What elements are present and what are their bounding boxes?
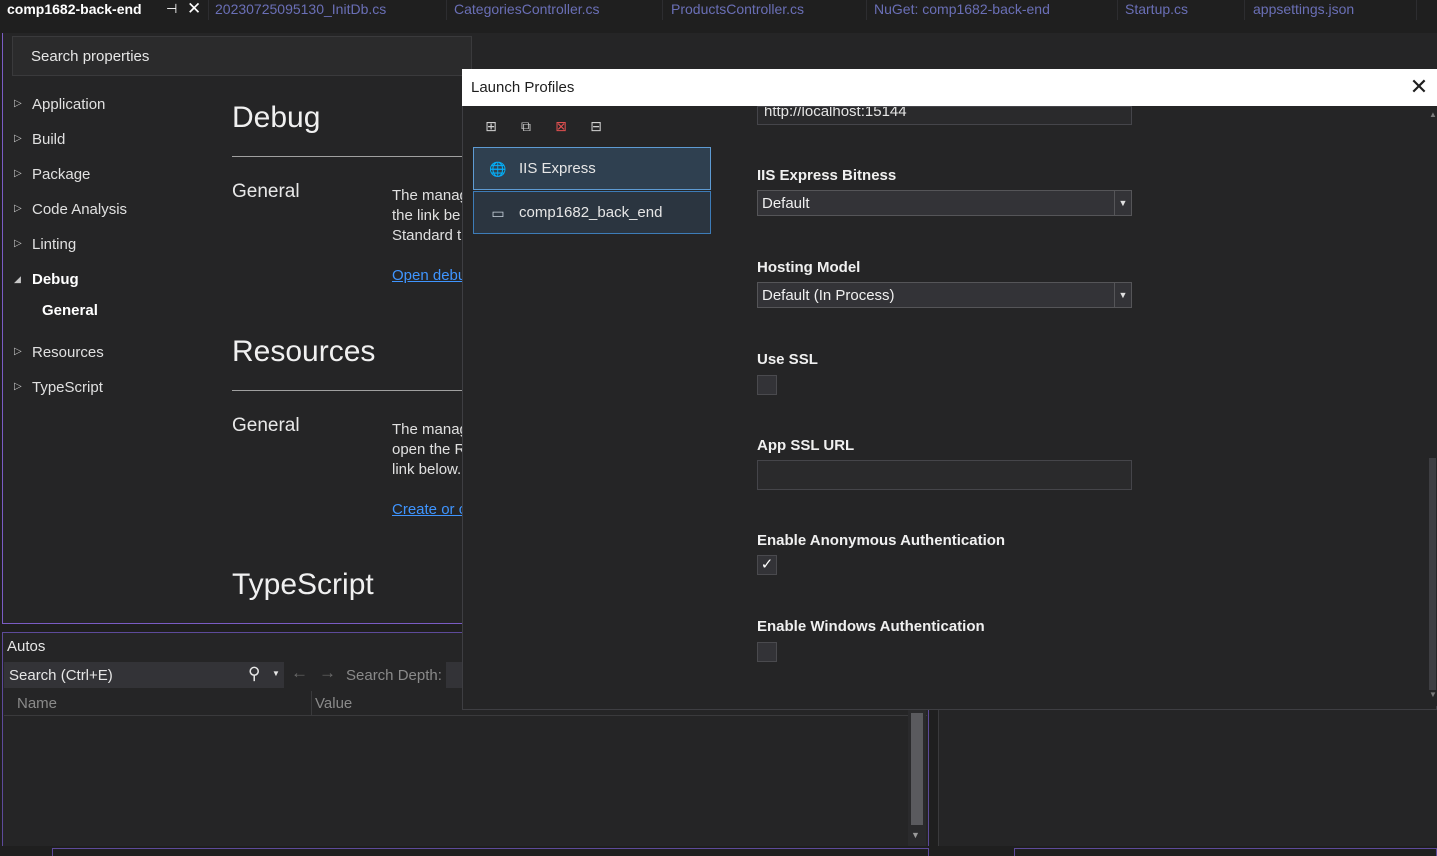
search-icon[interactable]: ⚲ bbox=[248, 664, 260, 684]
windows-auth-label: Enable Windows Authentication bbox=[757, 618, 985, 635]
anonymous-auth-label: Enable Anonymous Authentication bbox=[757, 532, 1006, 549]
anonymous-auth-checkbox[interactable]: ✓ bbox=[757, 555, 777, 575]
copy-profile-icon[interactable]: ⧉ bbox=[516, 116, 536, 136]
autos-scrollbar[interactable]: ▼ bbox=[908, 710, 926, 846]
chevron-down-icon[interactable]: ▼ bbox=[1114, 283, 1131, 307]
new-profile-icon[interactable]: ⊞ bbox=[481, 116, 501, 136]
autos-search-input[interactable]: Search (Ctrl+E) ⚲ ▼ bbox=[4, 662, 284, 688]
profile-comp1682-back-end[interactable]: ▭ comp1682_back_end bbox=[473, 191, 711, 234]
windows-auth-checkbox[interactable] bbox=[757, 642, 777, 662]
open-debug-profiles-link[interactable]: Open debu bbox=[392, 267, 462, 284]
subsection-general: General bbox=[232, 415, 300, 436]
nav-item-resources[interactable]: Resources bbox=[32, 344, 104, 361]
document-tab-strip: comp1682-back-end ⊣ ✕ 20230725095130_Ini… bbox=[0, 0, 1437, 20]
nav-item-linting[interactable]: Linting bbox=[32, 236, 76, 253]
expand-icon[interactable]: ▷ bbox=[14, 202, 24, 216]
tab-initdb[interactable]: 20230725095130_InitDb.cs bbox=[215, 0, 386, 20]
tab-categories-controller[interactable]: CategoriesController.cs bbox=[454, 0, 600, 20]
app-ssl-url-label: App SSL URL bbox=[757, 437, 855, 454]
expand-icon[interactable]: ▷ bbox=[14, 167, 24, 181]
scroll-thumb[interactable] bbox=[911, 713, 923, 825]
chevron-down-icon[interactable]: ▼ bbox=[1114, 191, 1131, 215]
expand-icon[interactable]: ▷ bbox=[14, 97, 24, 111]
search-properties-input[interactable]: Search properties bbox=[12, 36, 472, 76]
use-ssl-checkbox[interactable] bbox=[757, 375, 777, 395]
tab-startup[interactable]: Startup.cs bbox=[1125, 0, 1188, 20]
tab-comp1682-back-end[interactable]: comp1682-back-end bbox=[7, 0, 142, 20]
search-depth-label: Search Depth: bbox=[346, 667, 442, 684]
column-header-name[interactable]: Name bbox=[17, 695, 57, 712]
delete-profile-icon[interactable]: ⊠ bbox=[551, 116, 571, 136]
scroll-up-icon[interactable]: ▲ bbox=[1429, 110, 1437, 119]
nav-item-debug[interactable]: Debug bbox=[32, 271, 79, 288]
create-resources-link[interactable]: Create or c bbox=[392, 501, 462, 518]
pin-icon[interactable]: ⊣ bbox=[166, 1, 177, 17]
call-stack-panel bbox=[938, 708, 1437, 848]
divider bbox=[232, 156, 472, 157]
app-url-input[interactable]: http://localhost:15144 bbox=[757, 106, 1132, 125]
use-ssl-label: Use SSL bbox=[757, 351, 818, 368]
scroll-thumb[interactable] bbox=[1429, 458, 1436, 690]
collapse-icon[interactable]: ◢ bbox=[14, 272, 24, 286]
profile-iis-express[interactable]: 🌐 IIS Express bbox=[473, 147, 711, 190]
close-tab-icon[interactable]: ✕ bbox=[187, 0, 201, 19]
nav-item-typescript[interactable]: TypeScript bbox=[32, 379, 103, 396]
hosting-model-label: Hosting Model bbox=[757, 259, 861, 276]
nav-item-debug-general[interactable]: General bbox=[42, 302, 98, 319]
expand-icon[interactable]: ▷ bbox=[14, 237, 24, 251]
divider bbox=[232, 390, 472, 391]
nav-item-build[interactable]: Build bbox=[32, 131, 65, 148]
rename-profile-icon[interactable]: ⊟ bbox=[586, 116, 606, 136]
debug-description: The manag the link be Standard t bbox=[392, 187, 462, 244]
iis-globe-icon: 🌐 bbox=[489, 161, 507, 177]
column-header-value[interactable]: Value bbox=[315, 695, 352, 712]
tab-products-controller[interactable]: ProductsController.cs bbox=[671, 0, 804, 20]
app-ssl-url-input[interactable] bbox=[757, 460, 1132, 490]
nav-item-package[interactable]: Package bbox=[32, 166, 90, 183]
hosting-model-select[interactable]: Default (In Process) ▼ bbox=[757, 282, 1132, 308]
chevron-down-icon[interactable]: ▼ bbox=[272, 669, 280, 678]
window-icon: ▭ bbox=[491, 205, 505, 221]
iis-express-bitness-label: IIS Express Bitness bbox=[757, 167, 897, 184]
nav-item-code-analysis[interactable]: Code Analysis bbox=[32, 201, 127, 218]
bottom-tab-strip bbox=[0, 846, 1437, 856]
expand-icon[interactable]: ▷ bbox=[14, 380, 24, 394]
iis-express-bitness-select[interactable]: Default ▼ bbox=[757, 190, 1132, 216]
dialog-title: Launch Profiles bbox=[471, 79, 575, 96]
search-properties-placeholder: Search properties bbox=[31, 48, 150, 65]
close-icon[interactable]: ✕ bbox=[1407, 75, 1431, 99]
scroll-down-icon[interactable]: ▼ bbox=[911, 830, 920, 840]
subsection-general: General bbox=[232, 181, 300, 202]
tab-appsettings[interactable]: appsettings.json bbox=[1253, 0, 1354, 20]
resources-description: The manag open the R link below. bbox=[392, 421, 462, 478]
expand-icon[interactable]: ▷ bbox=[14, 132, 24, 146]
expand-icon[interactable]: ▷ bbox=[14, 345, 24, 359]
section-title-resources: Resources bbox=[232, 335, 376, 368]
back-arrow-icon[interactable]: ← bbox=[291, 663, 308, 683]
dialog-title-bar: Launch Profiles ✕ bbox=[462, 69, 1437, 106]
section-title-typescript: TypeScript bbox=[232, 568, 374, 601]
tab-nuget[interactable]: NuGet: comp1682-back-end bbox=[874, 0, 1050, 20]
section-title-debug: Debug bbox=[232, 101, 321, 134]
forward-arrow-icon[interactable]: → bbox=[319, 663, 336, 683]
autos-title: Autos bbox=[7, 638, 46, 655]
nav-item-application[interactable]: Application bbox=[32, 96, 105, 113]
scroll-down-icon[interactable]: ▼ bbox=[1429, 690, 1437, 699]
